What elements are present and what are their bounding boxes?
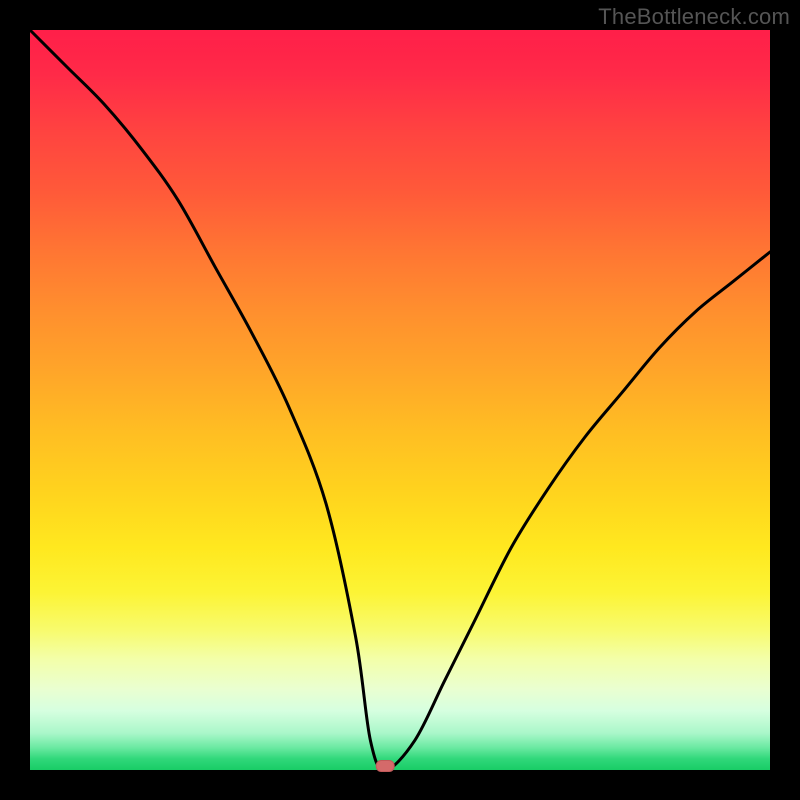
- marker-dot: [376, 761, 394, 772]
- plot-area: [30, 30, 770, 770]
- chart-frame: TheBottleneck.com: [0, 0, 800, 800]
- bottleneck-curve: [30, 30, 770, 770]
- chart-svg: [30, 30, 770, 770]
- watermark-text: TheBottleneck.com: [598, 4, 790, 30]
